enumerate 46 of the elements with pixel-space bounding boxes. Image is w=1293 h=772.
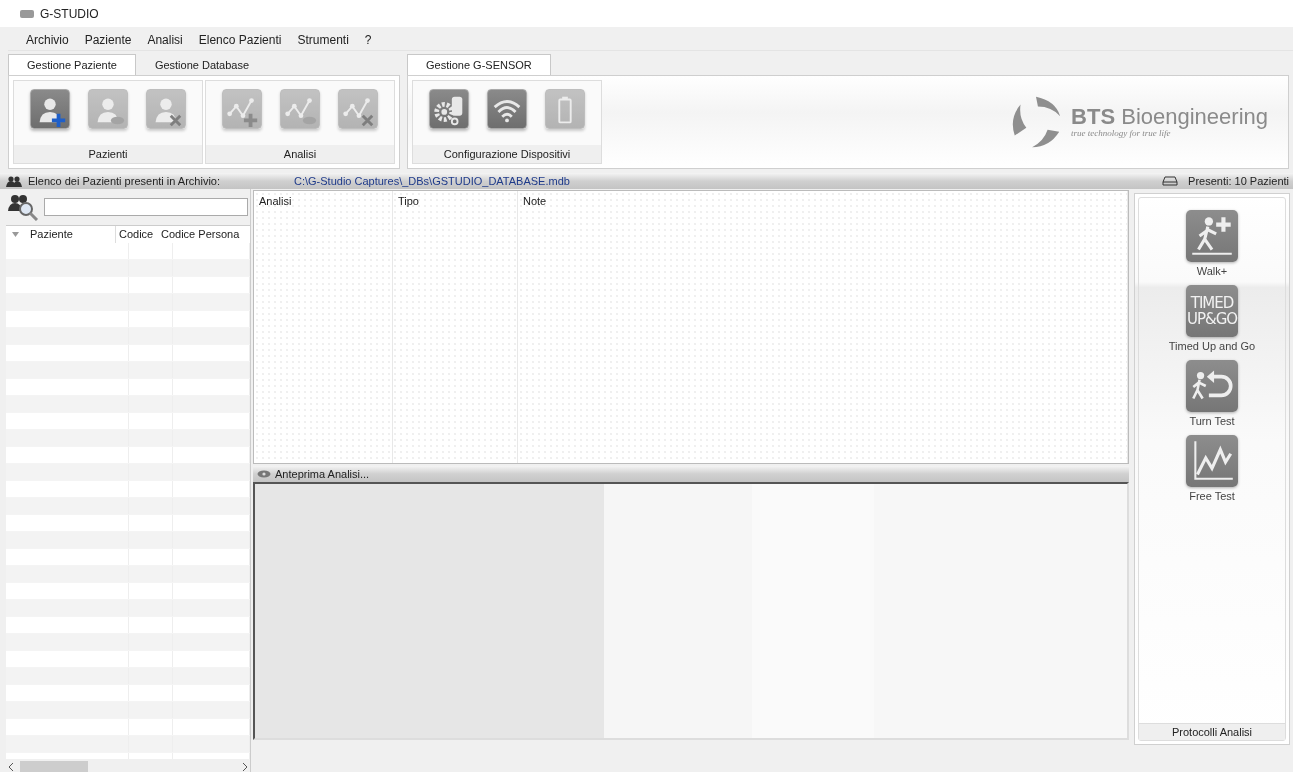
menu-item[interactable]: ? — [356, 33, 380, 47]
protocols-footer: Protocolli Analisi — [1139, 723, 1285, 740]
menu-item[interactable]: Elenco Pazienti — [190, 33, 290, 47]
protocol-label: Walk+ — [1196, 265, 1228, 277]
walking-person-icon[interactable] — [1186, 210, 1238, 262]
patient-count: Presenti: 10 Pazienti — [1188, 175, 1289, 187]
column-header[interactable]: Codice — [116, 226, 158, 243]
eye-icon — [257, 470, 271, 478]
sort-arrow-icon[interactable] — [11, 232, 19, 237]
logo-tagline: true technology for true life — [1071, 128, 1171, 138]
wireless-button[interactable] — [487, 89, 527, 129]
menu-item[interactable]: Analisi — [139, 33, 191, 47]
ribbon-tab[interactable]: Gestione Database — [135, 54, 269, 75]
group-label: Pazienti — [14, 145, 202, 163]
scroll-right-icon[interactable] — [240, 762, 250, 772]
scroll-left-icon[interactable] — [6, 762, 16, 772]
people-icon — [6, 175, 22, 187]
group-label: Analisi — [206, 145, 394, 163]
column-header[interactable]: Tipo — [398, 195, 419, 207]
horizontal-scrollbar[interactable] — [6, 759, 250, 772]
timed-up-go-icon[interactable]: TIMED UP&GO — [1186, 285, 1238, 337]
logo-wordmark: BTS Bioengineering — [1071, 106, 1268, 128]
menu-item[interactable]: Archivio — [18, 33, 77, 47]
device-settings-button[interactable] — [429, 89, 469, 129]
column-header[interactable]: Note — [523, 195, 547, 207]
ribbon-tab[interactable]: Gestione G-SENSOR — [407, 54, 551, 75]
drive-icon — [1162, 176, 1179, 186]
protocol-label: Free Test — [1189, 490, 1235, 502]
app-logo-icon — [20, 9, 34, 18]
protocol-label: Timed Up and Go — [1168, 340, 1256, 352]
protocol-label: Turn Test — [1189, 415, 1235, 427]
menu-item[interactable]: Paziente — [76, 33, 140, 47]
archive-label: Elenco dei Pazienti presenti in Archivio: — [28, 175, 220, 187]
column-header[interactable]: Codice Persona — [158, 226, 250, 243]
preview-title: Anteprima Analisi... — [275, 468, 370, 480]
group-label: Configurazione Dispositivi — [413, 145, 601, 163]
menu-item[interactable]: Strumenti — [289, 33, 357, 47]
window-title: G-STUDIO — [40, 6, 99, 21]
line-chart-icon[interactable] — [1186, 435, 1238, 487]
column-header[interactable]: Paziente — [24, 226, 116, 243]
patient-search-icon — [8, 193, 40, 221]
database-path: C:\G-Studio Captures\_DBs\GSTUDIO_DATABASE.mdb — [294, 175, 570, 187]
search-field[interactable] — [44, 198, 248, 216]
column-header[interactable]: Analisi — [259, 195, 292, 207]
patient-add-button[interactable] — [30, 89, 70, 129]
ribbon-tab[interactable]: Gestione Paziente — [8, 54, 136, 75]
